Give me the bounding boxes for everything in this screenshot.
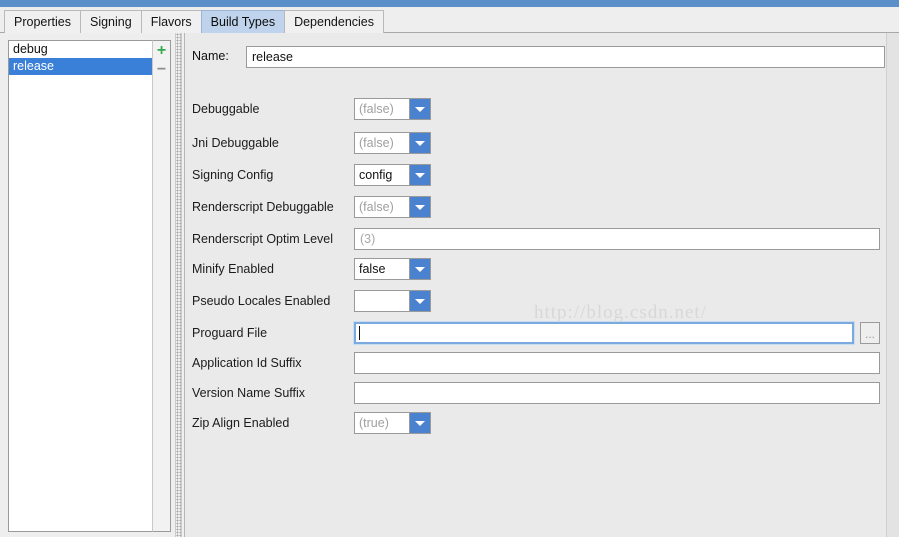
input-renderscript-optim-level[interactable] (354, 228, 880, 250)
chevron-down-icon[interactable] (409, 165, 430, 185)
input-version-name-suffix[interactable] (354, 382, 880, 404)
input-application-id-suffix[interactable] (354, 352, 880, 374)
property-label-version-name-suffix: Version Name Suffix (192, 386, 306, 400)
chevron-down-icon[interactable] (409, 197, 430, 217)
chevron-down-icon[interactable] (409, 99, 430, 119)
property-row-minify-enabled: Minify Enabled false (192, 258, 880, 280)
property-row-application-id-suffix: Application Id Suffix (192, 352, 880, 374)
splitter-grip-icon (175, 33, 182, 537)
property-row-proguard-file: Proguard File... (192, 321, 880, 345)
property-label-zip-align-enabled: Zip Align Enabled (192, 416, 290, 430)
combo-zip-align-enabled[interactable]: (true) (354, 412, 431, 434)
add-build-type-button[interactable]: + (153, 41, 170, 60)
browse-file-button[interactable]: ... (860, 322, 880, 344)
property-row-zip-align-enabled: Zip Align Enabled (true) (192, 412, 880, 434)
remove-build-type-button[interactable]: − (153, 60, 170, 79)
property-label-proguard-file: Proguard File (192, 326, 268, 340)
tab-dependencies[interactable]: Dependencies (284, 10, 384, 33)
work-area: debugrelease + − Name: Debuggable (false)… (0, 33, 899, 537)
window-title-bar (0, 0, 899, 7)
input-proguard-file[interactable] (353, 321, 855, 345)
combo-jni-debuggable[interactable]: (false) (354, 132, 431, 154)
name-label: Name: (192, 49, 229, 63)
combo-value-renderscript-debuggable: (false) (355, 197, 409, 217)
property-row-renderscript-debuggable: Renderscript Debuggable (false) (192, 196, 880, 218)
build-types-panel: debug release + − (0, 33, 172, 537)
build-type-detail-panel: Name: Debuggable (false) Jni Debuggable (fa… (184, 33, 899, 537)
list-item[interactable]: release (9, 58, 152, 75)
combo-debuggable[interactable]: (false) (354, 98, 431, 120)
name-input[interactable] (246, 46, 885, 68)
tab-flavors[interactable]: Flavors (140, 10, 201, 33)
combo-value-jni-debuggable: (false) (355, 133, 409, 153)
combo-value-zip-align-enabled: (true) (355, 413, 409, 433)
list-toolbar: + − (152, 40, 171, 532)
text-caret (359, 326, 360, 340)
combo-value-debuggable: (false) (355, 99, 409, 119)
combo-minify-enabled[interactable]: false (354, 258, 431, 280)
tab-build-types[interactable]: Build Types (200, 10, 285, 33)
combo-signing-config[interactable]: config (354, 164, 431, 186)
chevron-down-icon[interactable] (409, 133, 430, 153)
chevron-down-icon[interactable] (409, 413, 430, 433)
property-row-renderscript-optim-level: Renderscript Optim Level (192, 228, 880, 250)
property-row-debuggable: Debuggable (false) (192, 98, 880, 120)
tab-properties[interactable]: Properties (4, 10, 80, 33)
property-label-debuggable: Debuggable (192, 102, 260, 116)
property-label-jni-debuggable: Jni Debuggable (192, 136, 279, 150)
property-row-pseudo-locales-enabled: Pseudo Locales Enabled (192, 290, 880, 312)
tab-strip: Properties Signing Flavors Build Types Depen… (4, 10, 384, 33)
tab-bar: Properties Signing Flavors Build Types Depen… (0, 7, 899, 33)
property-label-renderscript-debuggable: Renderscript Debuggable (192, 200, 334, 214)
property-row-jni-debuggable: Jni Debuggable (false) (192, 132, 880, 154)
combo-value-signing-config: config (355, 165, 409, 185)
build-types-list[interactable]: debug release (8, 40, 152, 532)
chevron-down-icon[interactable] (409, 291, 430, 311)
form-scrollbar[interactable] (886, 33, 899, 537)
property-label-minify-enabled: Minify Enabled (192, 262, 274, 276)
property-row-version-name-suffix: Version Name Suffix (192, 382, 880, 404)
property-row-signing-config: Signing Config config (192, 164, 880, 186)
property-label-application-id-suffix: Application Id Suffix (192, 356, 302, 370)
chevron-down-icon[interactable] (409, 259, 430, 279)
property-label-pseudo-locales-enabled: Pseudo Locales Enabled (192, 294, 331, 308)
property-label-signing-config: Signing Config (192, 168, 274, 182)
property-label-renderscript-optim-level: Renderscript Optim Level (192, 232, 334, 246)
panel-splitter[interactable] (172, 33, 184, 537)
combo-renderscript-debuggable[interactable]: (false) (354, 196, 431, 218)
name-row: Name: (192, 46, 885, 68)
combo-pseudo-locales-enabled[interactable] (354, 290, 431, 312)
tab-signing[interactable]: Signing (79, 10, 141, 33)
combo-value-minify-enabled: false (355, 259, 409, 279)
combo-value-pseudo-locales-enabled (355, 291, 409, 311)
list-item[interactable]: debug (9, 41, 152, 58)
